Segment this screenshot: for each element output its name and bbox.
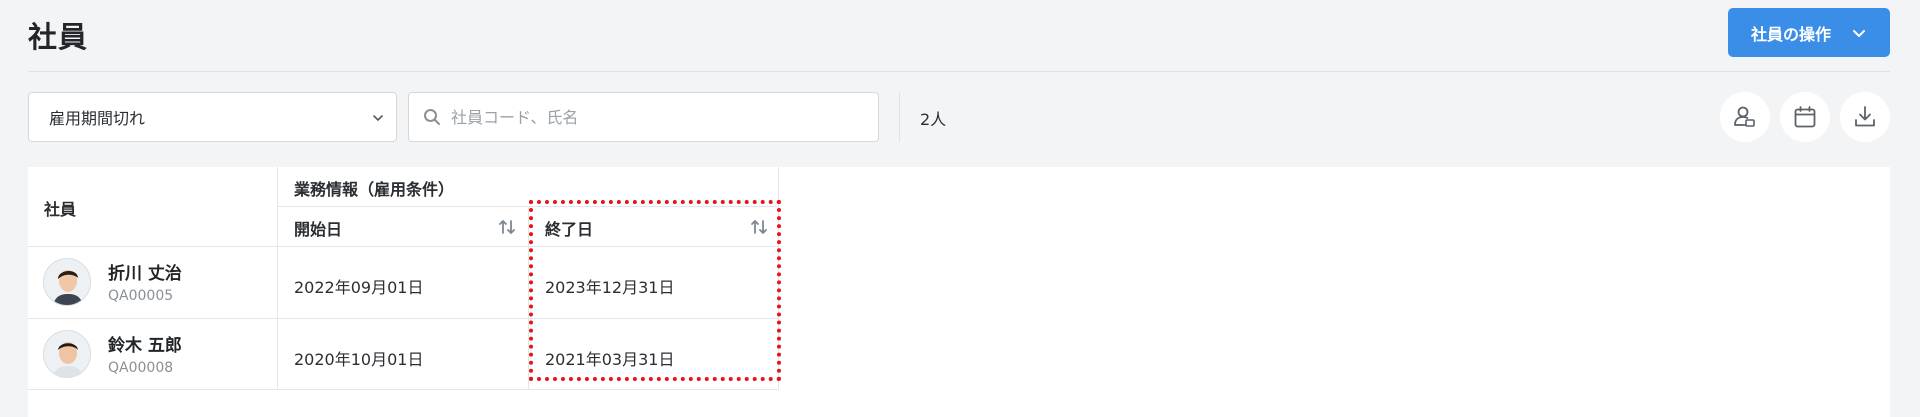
header-divider <box>28 71 1890 72</box>
download-button[interactable] <box>1840 92 1890 142</box>
column-header-employee: 社員 <box>44 200 77 219</box>
avatar <box>43 330 91 378</box>
sort-icon[interactable] <box>498 218 516 236</box>
header-employee-cell: 社員 <box>28 167 278 247</box>
toolbar-divider <box>899 92 900 142</box>
end-date: 2023年12月31日 <box>545 278 675 297</box>
calendar-icon <box>1794 106 1816 128</box>
calendar-button[interactable] <box>1780 92 1830 142</box>
table-row[interactable]: 鈴木 五郎 QA00008 <box>28 319 278 390</box>
start-date-cell: 2022年09月01日 <box>278 247 529 319</box>
sort-icon[interactable] <box>750 218 768 236</box>
column-header-start: 開始日 <box>294 220 343 239</box>
header-end-cell[interactable]: 終了日 <box>529 207 779 247</box>
employee-table: 社員 業務情報（雇用条件） 開始日 終了日 折川 丈治 QA00005 2022… <box>28 167 1890 417</box>
employee-code: QA00008 <box>108 360 174 376</box>
download-icon <box>1855 106 1875 127</box>
employees-page: 社員 社員の操作 雇用期間切れ 2人 <box>0 0 1920 417</box>
employee-code: QA00005 <box>108 288 174 304</box>
end-date: 2021年03月31日 <box>545 350 675 369</box>
chevron-down-icon <box>1853 29 1865 37</box>
end-date-cell: 2023年12月31日 <box>529 247 779 319</box>
employment-filter-value: 雇用期間切れ <box>49 109 146 128</box>
table-row[interactable]: 折川 丈治 QA00005 <box>28 247 278 319</box>
employee-count: 2人 <box>920 110 947 129</box>
employee-name[interactable]: 折川 丈治 <box>108 259 182 284</box>
header-start-cell[interactable]: 開始日 <box>278 207 529 247</box>
end-date-cell: 2021年03月31日 <box>529 319 779 390</box>
search-icon <box>424 109 440 125</box>
employee-operations-label: 社員の操作 <box>1750 24 1831 44</box>
column-header-end: 終了日 <box>545 220 594 239</box>
start-date: 2022年09月01日 <box>294 278 424 297</box>
person-avatar-icon <box>44 331 90 377</box>
start-date-cell: 2020年10月01日 <box>278 319 529 390</box>
employee-operations-button[interactable]: 社員の操作 <box>1728 8 1890 57</box>
column-group-header: 業務情報（雇用条件） <box>294 180 455 199</box>
page-title: 社員 <box>28 20 89 54</box>
chevron-down-icon <box>373 115 383 121</box>
person-badge-icon <box>1734 106 1755 127</box>
employment-filter-select[interactable]: 雇用期間切れ <box>28 92 397 142</box>
employee-settings-button[interactable] <box>1720 92 1770 142</box>
person-avatar-icon <box>44 259 90 305</box>
start-date: 2020年10月01日 <box>294 350 424 369</box>
header-group-cell: 業務情報（雇用条件） <box>278 167 779 207</box>
employee-name[interactable]: 鈴木 五郎 <box>108 331 182 356</box>
avatar <box>43 258 91 306</box>
employee-search-field[interactable] <box>408 92 879 142</box>
employee-search-input[interactable] <box>451 107 871 127</box>
